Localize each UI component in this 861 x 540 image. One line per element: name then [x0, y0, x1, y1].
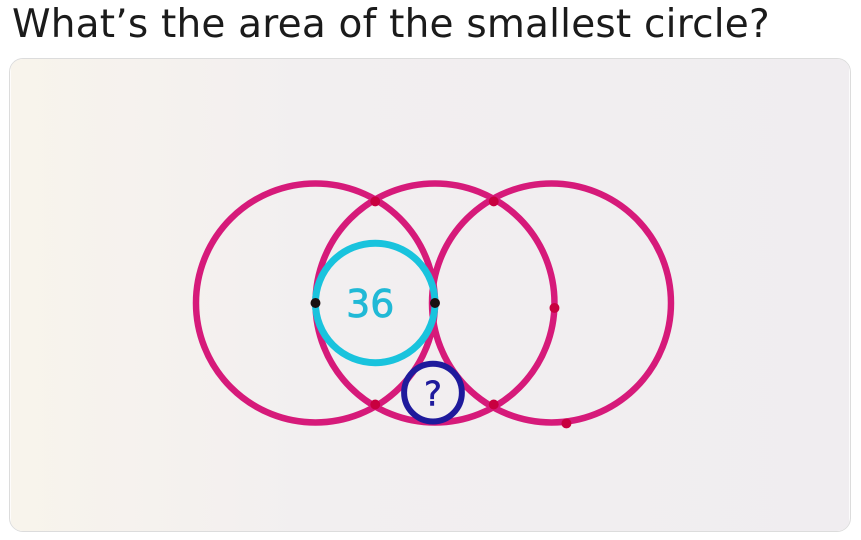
bottom-mark-right — [561, 418, 572, 429]
center-mark-left — [310, 297, 321, 308]
intersection-mark-bottom-right — [488, 399, 499, 410]
medium-circle-area-label: 36 — [346, 282, 394, 326]
intersection-mark-top-left — [370, 196, 381, 207]
tangent-point-mark — [430, 297, 440, 308]
diagram-image[interactable]: 36 ? — [9, 58, 851, 532]
question-text: What’s the area of the smallest circle? — [12, 2, 770, 47]
intersection-mark-top-right — [488, 196, 499, 207]
smallest-circle-question-label: ? — [424, 375, 442, 414]
center-mark-middle — [549, 302, 560, 313]
circles-diagram: 36 ? — [10, 59, 850, 531]
intersection-mark-bottom-left — [370, 399, 381, 410]
